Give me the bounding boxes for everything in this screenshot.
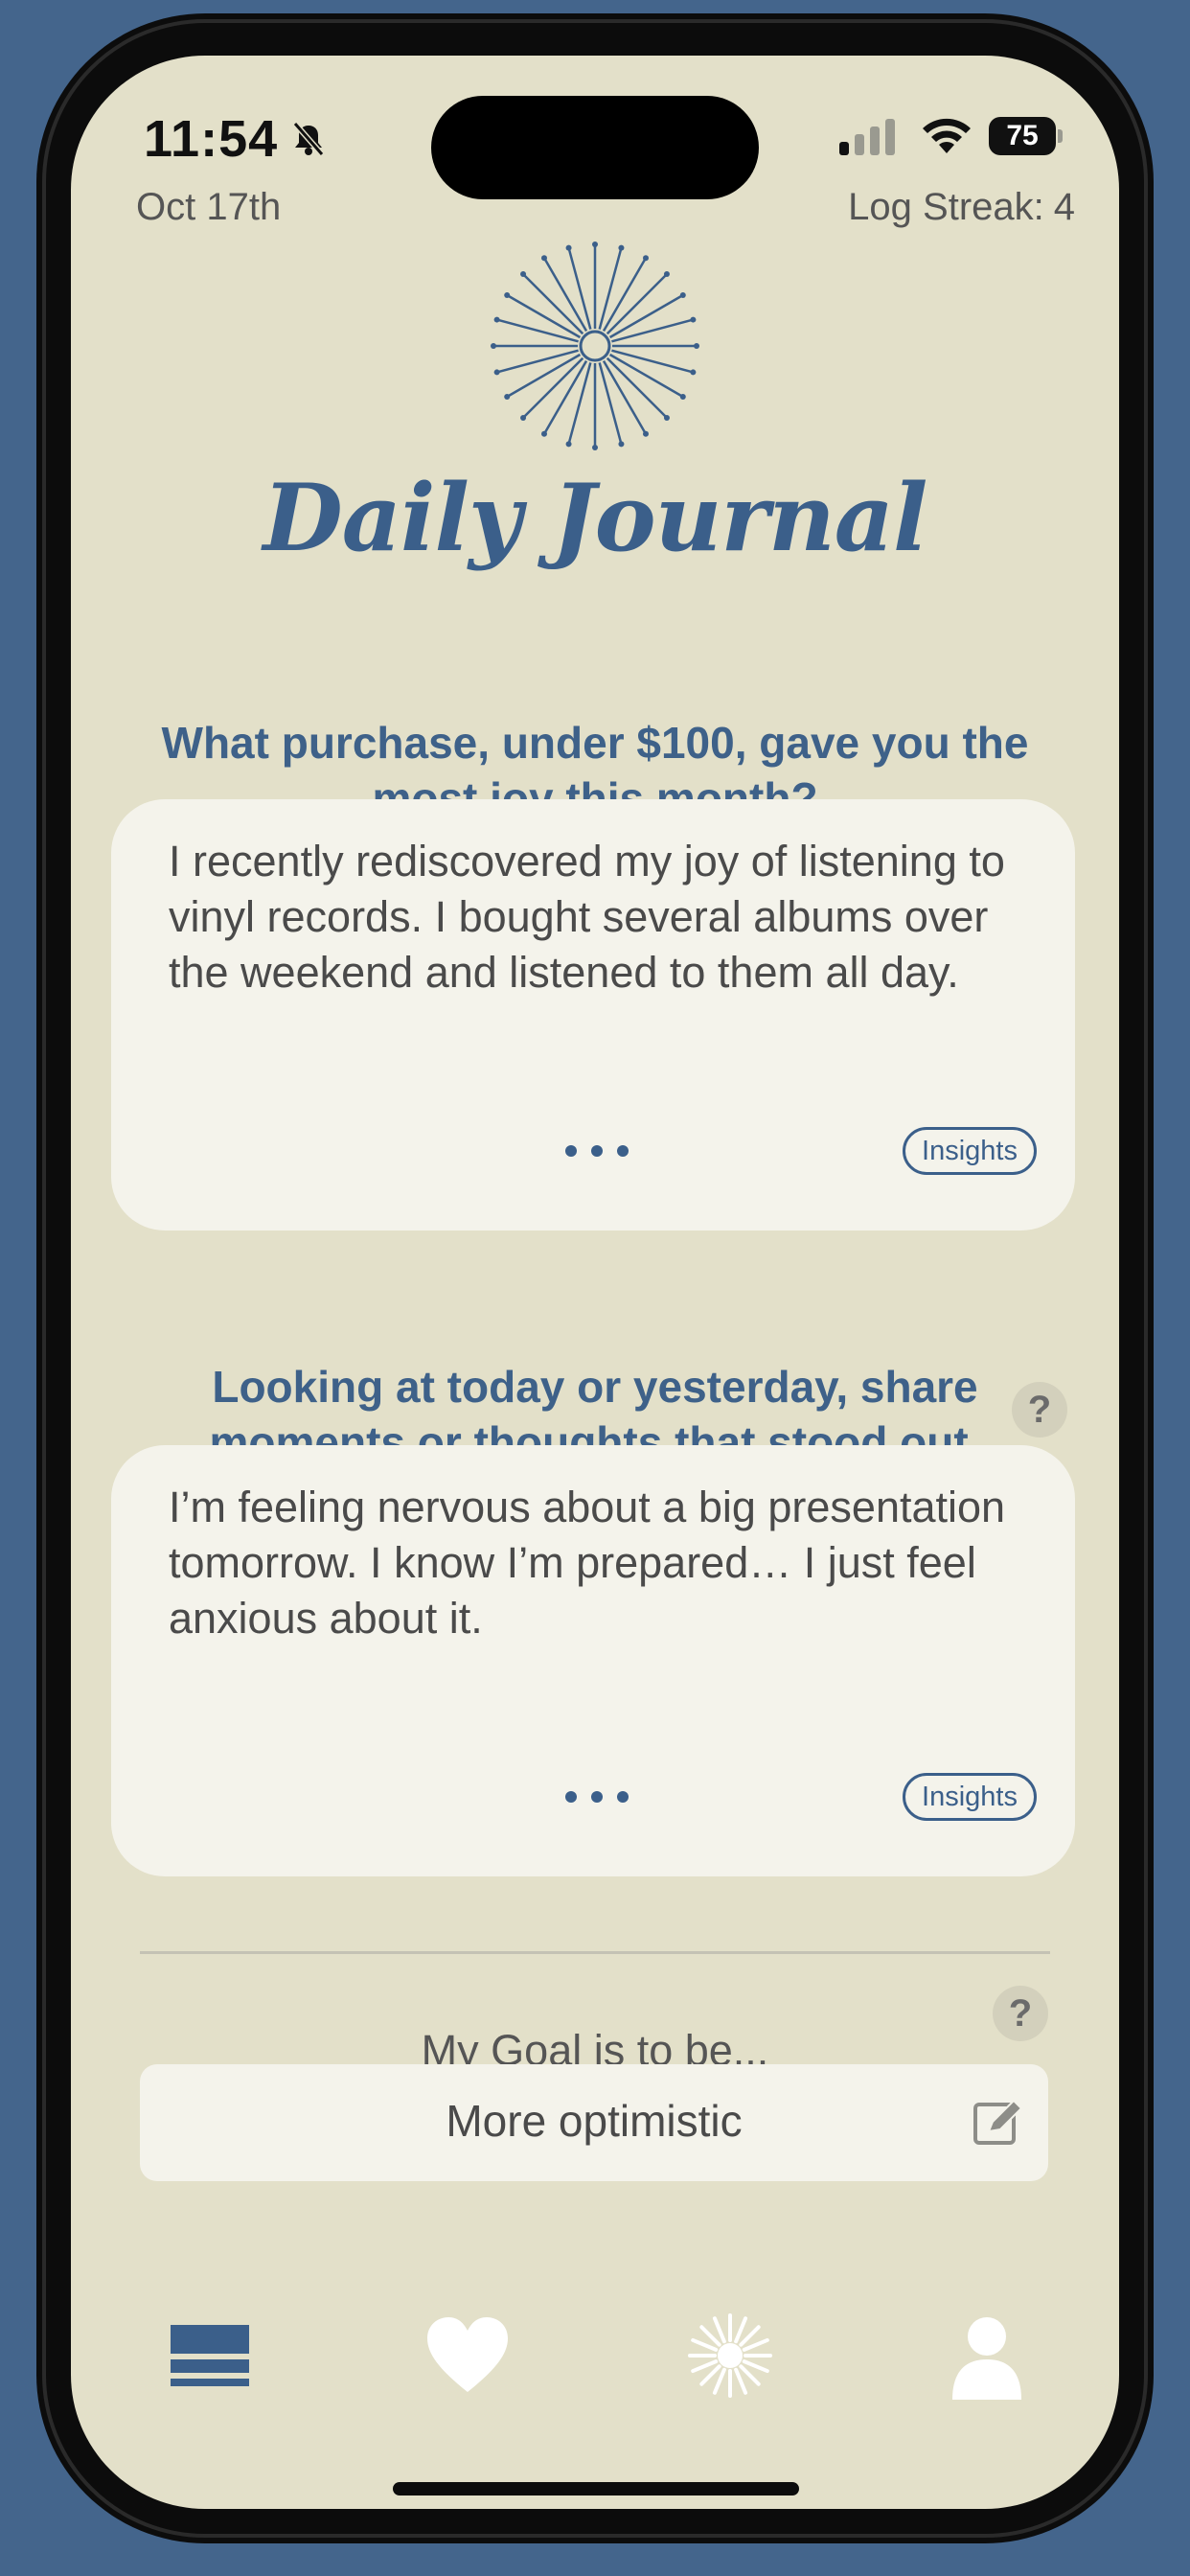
wifi-icon: [923, 118, 971, 153]
insights-button-1[interactable]: Insights: [903, 1127, 1037, 1175]
entry-card-1[interactable]: I recently rediscovered my joy of listen…: [111, 799, 1075, 1230]
more-options-icon[interactable]: [565, 1790, 629, 1804]
log-streak-value: 4: [1053, 186, 1075, 228]
battery-icon: 75: [989, 117, 1063, 155]
journal-list-icon[interactable]: [161, 2308, 257, 2404]
sunburst-icon: [491, 242, 699, 450]
heart-icon[interactable]: [420, 2308, 515, 2404]
insights-button-2[interactable]: Insights: [903, 1773, 1037, 1821]
sun-icon[interactable]: [682, 2308, 778, 2404]
battery-level: 75: [1006, 120, 1039, 151]
more-options-icon[interactable]: [565, 1144, 629, 1158]
entry-text-1[interactable]: I recently rediscovered my joy of listen…: [169, 834, 1031, 1000]
profile-icon[interactable]: [939, 2308, 1035, 2404]
status-time: 11:54: [144, 109, 328, 169]
help-icon-goal[interactable]: ?: [993, 1986, 1048, 2041]
tab-bar: [71, 2308, 1119, 2442]
bell-slash-icon: [292, 122, 325, 156]
divider: [140, 1951, 1050, 1954]
log-streak: Log Streak: 4: [848, 186, 1075, 229]
status-time-text: 11:54: [144, 110, 279, 168]
goal-value: More optimistic: [446, 2096, 743, 2146]
cellular-signal-icon: [839, 119, 895, 155]
goal-field[interactable]: More optimistic: [140, 2064, 1048, 2181]
dynamic-island: [431, 96, 759, 199]
page-title: Daily Journal: [263, 464, 928, 572]
entry-text-2[interactable]: I’m feeling nervous about a big presenta…: [169, 1480, 1031, 1646]
status-right: 75: [837, 115, 1067, 157]
home-indicator: [393, 2482, 799, 2496]
app-screen: 11:54 75 Oct 17th Log Streak: 4 Daily Jo…: [71, 56, 1119, 2509]
entry-date: Oct 17th: [136, 186, 282, 228]
log-streak-label: Log Streak:: [848, 186, 1044, 228]
help-icon-prompt-2[interactable]: ?: [1012, 1382, 1067, 1438]
entry-card-2[interactable]: I’m feeling nervous about a big presenta…: [111, 1445, 1075, 1876]
edit-icon[interactable]: [972, 2097, 1023, 2149]
